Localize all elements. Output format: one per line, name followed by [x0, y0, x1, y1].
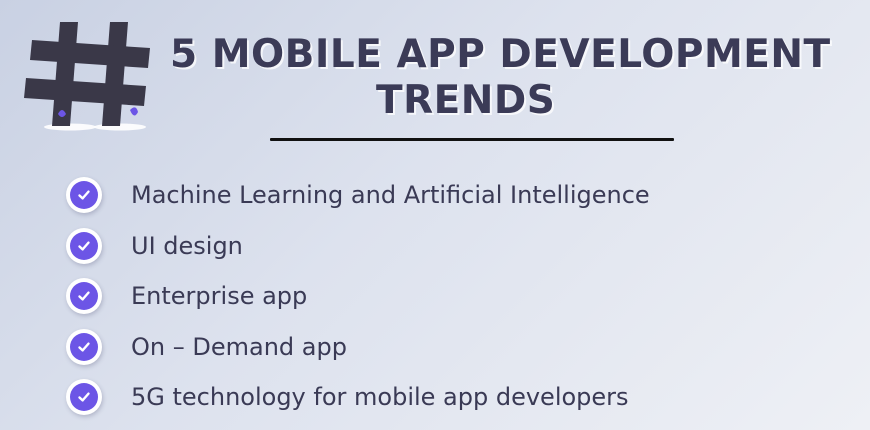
hashtag-illustration [22, 18, 162, 136]
list-item: On – Demand app [66, 322, 650, 373]
list-item: UI design [66, 221, 650, 272]
checkmark-icon [66, 278, 102, 315]
list-item: Machine Learning and Artificial Intellig… [66, 170, 650, 221]
checkmark-icon [66, 328, 102, 365]
hashtag-icon [24, 22, 150, 131]
list-item-label: Machine Learning and Artificial Intellig… [131, 181, 650, 210]
title-line-1: 5 MOBILE APP DEVELOPMENT [170, 32, 831, 77]
page-title: 5 MOBILE APP DEVELOPMENT TRENDS [150, 32, 870, 124]
list-item-label: On – Demand app [131, 332, 347, 361]
title-line-2: TRENDS [376, 78, 556, 123]
list-item: Enterprise app [66, 271, 650, 322]
checkmark-icon [66, 177, 102, 214]
list-item-label: UI design [131, 231, 243, 260]
list-item: 5G technology for mobile app developers [66, 372, 650, 423]
title-underline [270, 138, 674, 141]
list-item-label: 5G technology for mobile app developers [131, 383, 629, 412]
list-item-label: Enterprise app [131, 282, 308, 311]
checkmark-icon [66, 227, 102, 264]
trend-list: Machine Learning and Artificial Intellig… [66, 170, 650, 423]
checkmark-icon [66, 379, 102, 416]
